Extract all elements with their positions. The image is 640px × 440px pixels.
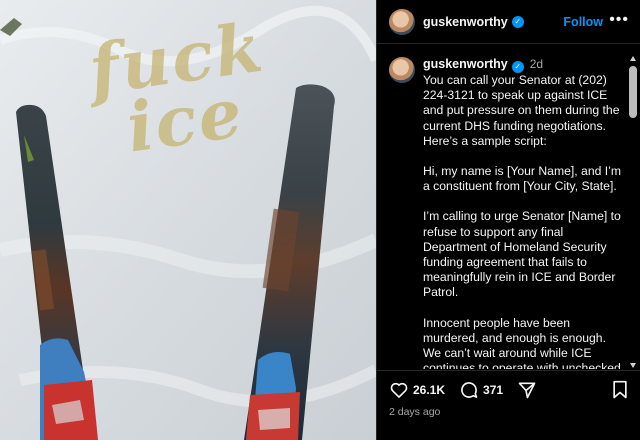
caption-paragraph: You can call your Senator at (202) 224-3… xyxy=(423,73,620,148)
caption-content: guskenworthy ✓ 2d You can call your Senato… xyxy=(423,57,621,369)
like-count: 26.1K xyxy=(413,383,446,397)
post-age[interactable]: 2d xyxy=(530,57,543,71)
header-username[interactable]: guskenworthy xyxy=(423,15,508,29)
caption-paragraph: I’m calling to urge Senator [Name] to re… xyxy=(423,209,621,300)
heart-icon xyxy=(390,382,408,398)
bookmark-icon xyxy=(613,380,627,399)
caption-paragraph: Hi, my name is [Your Name], and I’m a co… xyxy=(423,164,622,194)
verified-icon: ✓ xyxy=(511,15,524,28)
post-timestamp[interactable]: 2 days ago xyxy=(389,406,440,418)
more-icon[interactable]: ••• xyxy=(609,11,629,29)
post-photo[interactable]: fuck ice xyxy=(0,0,376,440)
share-icon xyxy=(518,382,536,399)
save-button[interactable] xyxy=(611,380,629,405)
scrollbar-thumb[interactable] xyxy=(629,66,637,118)
scroll-up-icon[interactable] xyxy=(630,56,636,61)
caption-text: You can call your Senator at (202) 224-3… xyxy=(423,73,621,369)
caption-paragraph: Innocent people have been murdered, and … xyxy=(423,315,621,369)
avatar[interactable] xyxy=(389,57,415,83)
verified-icon: ✓ xyxy=(511,61,524,73)
comment-count: 371 xyxy=(483,383,504,397)
follow-button[interactable]: Follow xyxy=(563,15,603,29)
comment-button[interactable]: 371 xyxy=(459,380,503,400)
caption-row: guskenworthy ✓ 2d You can call your Senato… xyxy=(377,45,629,369)
post-header: guskenworthy ✓ Follow ••• xyxy=(377,0,640,44)
caption-username[interactable]: guskenworthy xyxy=(423,57,508,71)
post-dialog: fuck ice guskenworthy ✓ Follow ••• guske… xyxy=(0,0,640,440)
like-button[interactable]: 26.1K xyxy=(389,380,445,400)
share-button[interactable] xyxy=(517,380,537,400)
post-actions: 26.1K 371 2 days ago xyxy=(377,370,640,440)
caption-scrollbar[interactable] xyxy=(629,56,638,368)
avatar[interactable] xyxy=(389,8,415,35)
action-row: 26.1K 371 xyxy=(389,380,551,400)
post-panel: guskenworthy ✓ Follow ••• guskenworthy ✓ 2… xyxy=(376,0,640,440)
scroll-down-icon[interactable] xyxy=(630,363,636,368)
caption-meta: guskenworthy ✓ 2d xyxy=(423,57,621,73)
caption-area[interactable]: guskenworthy ✓ 2d You can call your Senato… xyxy=(377,45,629,369)
comment-icon xyxy=(461,382,478,398)
